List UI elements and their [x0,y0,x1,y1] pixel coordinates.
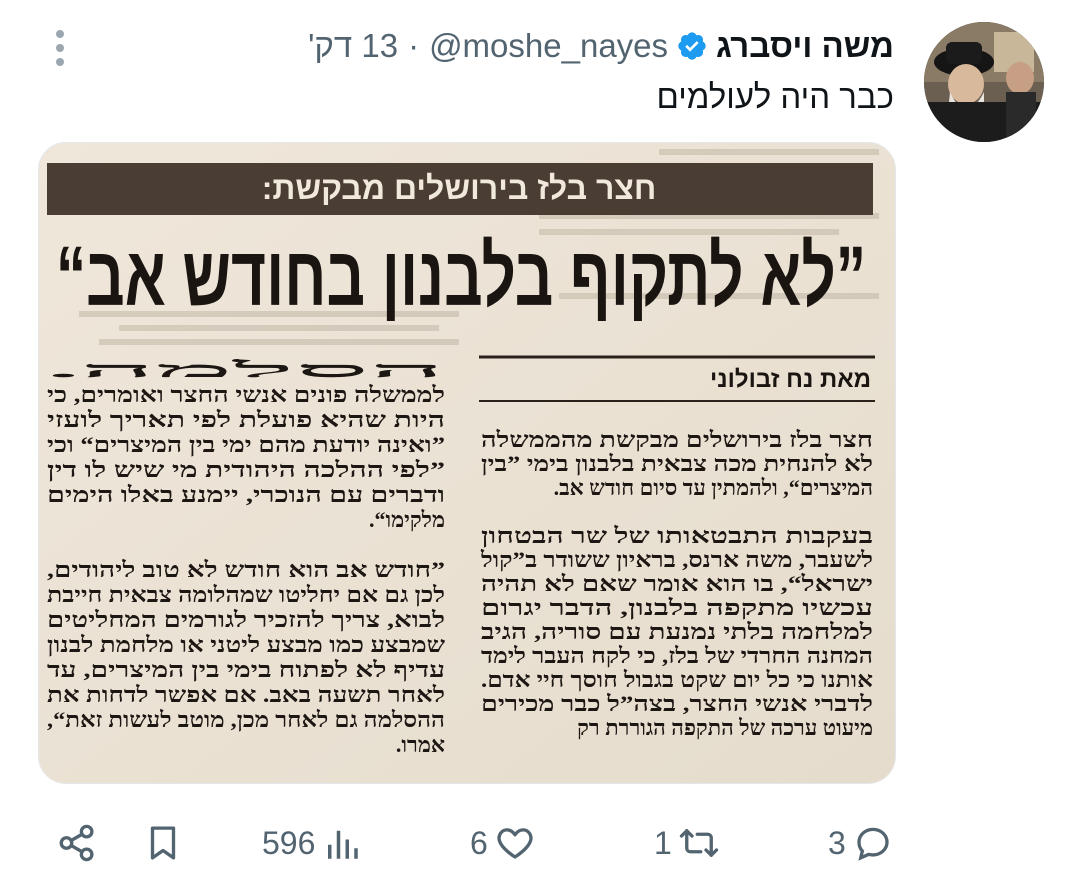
column-line: לממשלה פונים אנשי החצר ואומרים, כי [47,382,445,407]
like-button[interactable]: 6 [464,820,536,866]
reply-button[interactable]: 3 [822,820,894,866]
attached-image[interactable]: חצר בלז בירושלים מבקשת: ”לא לתקוף בלבנון… [38,142,896,784]
column-line: לכן גם אם יחליטו שמהלומה צבאית חייבת [47,582,445,607]
like-count: 6 [470,824,488,861]
column-line: שמבצע כמו מבצע ליטני או מלחמת לבנון [47,632,445,657]
retweet-button[interactable]: 1 [648,820,720,866]
clipping-banner: חצר בלז בירושלים מבקשת: [262,170,657,206]
views-icon [328,830,359,859]
separator-dot: · [408,27,420,64]
column-line: למלחמה בלתי נמנעת עם סוריה, הגיב [481,619,873,644]
column-line: המיצרים“, ולהמתין עד סיום חודש אב. [554,475,873,500]
reply-count: 3 [828,824,846,861]
column-line: מיעוט ערכה של התקפה הגוררת רק [577,715,873,740]
column-line: ההסלמה גם לאחר מכן, מוטב לעשות זאת“, [47,707,445,732]
author-name[interactable]: משה ויסברג [716,27,894,65]
column-line: חצר בלז בירושלים מבקשת מהממשלה [481,427,873,452]
column-line: ”ואינה יודעת מהם ימי בין המיצרים“ וכי [47,432,445,457]
bookmark-button[interactable] [142,820,184,866]
clipping-byline: מאת נח זבולוני [710,366,871,393]
column-line: המחנה החרדי של בלז, כי לקח העבר לימד [481,643,873,668]
column-line: עכשיו מתקפה בלבנון, הדבר יגרום [481,595,873,620]
retweet-icon [679,829,718,857]
retweet-count: 1 [654,824,672,861]
clipping-left-column: הסלמה.לממשלה פונים אנשי החצר ואומרים, כי… [47,357,445,757]
column-line: לאחר תשעה באב. אם אפשר לדחות את [47,682,445,707]
tweet-actions: 3 1 6 596 [0,808,1080,878]
views-button[interactable]: 596 [256,820,363,866]
author-handle[interactable]: @moshe_nayes [429,27,668,65]
column-line: ישראל“, בו הוא אומר שאם לא תהיה [481,571,873,596]
column-line: מלקימו“. [369,507,445,532]
verified-badge-icon [678,32,706,60]
column-line: לא להנחית מכה צבאית בלבנון בימי ”בין [481,451,873,476]
column-line: הסלמה. [47,357,445,382]
tweet-text: כבר היה לעולמים [656,78,895,115]
newspaper-clipping: חצר בלז בירושלים מבקשת: ”לא לתקוף בלבנון… [39,143,895,783]
share-icon [59,824,94,862]
column-line: עדיף לא לפתוח בימי בין המיצרים, עד [47,657,445,682]
post-time[interactable]: 13 דק' [308,27,398,65]
column-line: לדברי אנשי החצר, בצה”ל כבר מכירים [481,691,873,716]
column-line: לבוא, צריך להזכיר לגורמים המחליטים [47,607,445,632]
column-line: ודברים עם הנוכרי, יימנע באלו הימים [47,482,445,507]
author-avatar[interactable] [924,22,1044,142]
avatar-photo [924,22,1044,142]
column-line: היות שהיא פועלת לפי תאריך לועזי [47,407,445,432]
reply-icon [857,827,889,861]
bookmark-icon [150,826,176,860]
column-line: אותנו כי כל יום שקט בגבול חוסך חיי אדם. [481,667,873,692]
column-line: ”חודש אב הוא חודש לא טוב ליהודים, [47,557,445,582]
column-line: בעקבות התבטאותו של שר הבטחון [481,523,873,548]
heart-icon [497,828,533,859]
views-count: 596 [262,824,316,861]
share-button[interactable] [56,820,98,866]
column-line: לשעבר, משה ארנס, בראיון ששודר ב”קול [480,547,873,572]
tweet-header: משה ויסברג @moshe_nayes · 13 דק' [308,24,894,68]
clipping-right-column: חצר בלז בירושלים מבקשת מהממשלהלא להנחית … [480,427,873,740]
column-line: אמרו. [396,732,445,757]
clipping-headline: ”לא לתקוף בלבנון בחודש אב“ [56,229,866,323]
more-options-icon[interactable] [52,30,68,70]
column-line: ”לפי ההלכה היהודית מי שיש לו דין [47,457,445,482]
